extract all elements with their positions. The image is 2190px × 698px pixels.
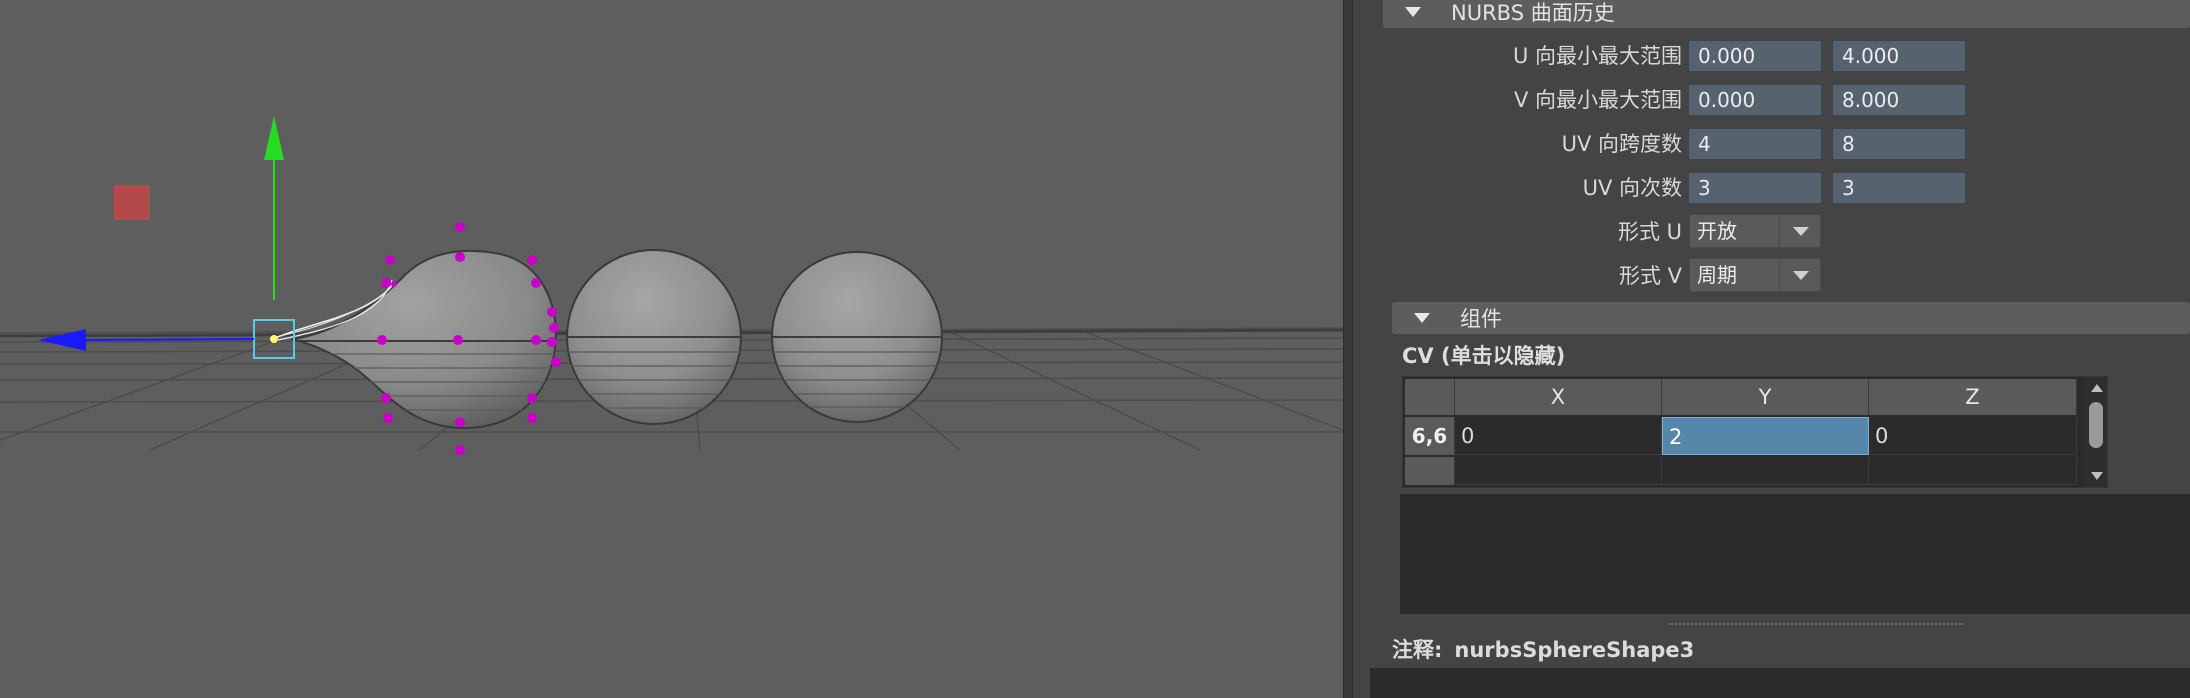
cell-x[interactable]: 0 <box>1455 417 1662 455</box>
v-range-label: V 向最小最大范围 <box>1513 88 1682 112</box>
collapse-triangle-icon[interactable] <box>1414 313 1430 323</box>
resize-handle[interactable] <box>1668 623 1964 627</box>
u-range-min-field[interactable]: 0.000 <box>1688 40 1822 72</box>
scroll-thumb[interactable] <box>2089 402 2103 448</box>
collapse-triangle-icon[interactable] <box>1405 7 1421 17</box>
v-spans-field[interactable]: 8 <box>1832 128 1966 160</box>
column-header-x[interactable]: X <box>1455 379 1662 415</box>
viewport-scene[interactable] <box>0 0 1343 698</box>
panel-splitter[interactable] <box>1343 0 1353 698</box>
v-range-max-field[interactable]: 8.000 <box>1832 84 1966 116</box>
uv-degree-label: UV 向次数 <box>1582 176 1682 200</box>
notes-row: 注释: nurbsSphereShape3 <box>1392 634 1706 664</box>
app-root: NURBS 曲面历史 U 向最小最大范围 0.000 4.000 V 向最小最大… <box>0 0 2190 698</box>
table-row[interactable] <box>1455 457 1662 485</box>
form-u-value: 开放 <box>1697 219 1737 243</box>
notes-label: 注释: <box>1392 638 1443 662</box>
table-row[interactable] <box>1662 457 1869 485</box>
form-v-dropdown[interactable]: 周期 <box>1689 258 1821 292</box>
3d-viewport[interactable] <box>0 0 1343 698</box>
nurbs-sphere-3[interactable] <box>760 251 960 423</box>
u-degree-field[interactable]: 3 <box>1688 172 1822 204</box>
cv-table: X Y Z 6,6 0 2 0 <box>1402 376 2108 488</box>
table-scrollbar[interactable] <box>2085 378 2107 486</box>
form-v-value: 周期 <box>1697 263 1737 287</box>
column-header-z[interactable]: Z <box>1869 379 2077 415</box>
nurbs-history-title: NURBS 曲面历史 <box>1451 1 1615 25</box>
form-u-label: 形式 U <box>1617 220 1682 244</box>
move-manipulator[interactable] <box>38 116 284 351</box>
column-header-y[interactable]: Y <box>1662 379 1869 415</box>
form-u-dropdown[interactable]: 开放 <box>1689 214 1821 248</box>
notes-textarea[interactable] <box>1370 668 2190 698</box>
scroll-down-icon[interactable] <box>2091 472 2103 480</box>
table-row[interactable] <box>1869 457 2077 485</box>
nurbs-sphere-2[interactable] <box>560 249 760 425</box>
table-corner <box>1405 379 1455 415</box>
nurbs-history-header[interactable]: NURBS 曲面历史 <box>1383 0 2190 28</box>
chevron-down-icon[interactable] <box>1779 215 1820 247</box>
cv-title[interactable]: CV (单击以隐藏) <box>1402 340 1565 370</box>
cell-z[interactable]: 0 <box>1869 417 2077 455</box>
selected-cv-handle[interactable] <box>253 319 295 359</box>
components-header[interactable]: 组件 <box>1392 302 2190 334</box>
components-empty-area <box>1400 494 2190 614</box>
components-title: 组件 <box>1460 307 1502 331</box>
v-range-min-field[interactable]: 0.000 <box>1688 84 1822 116</box>
u-spans-field[interactable]: 4 <box>1688 128 1822 160</box>
form-v-label: 形式 V <box>1618 264 1682 288</box>
v-degree-field[interactable]: 3 <box>1832 172 1966 204</box>
scroll-up-icon[interactable] <box>2091 384 2103 392</box>
notes-value: nurbsSphereShape3 <box>1454 638 1695 662</box>
chevron-down-icon[interactable] <box>1779 259 1820 291</box>
row-header-cv[interactable]: 6,6 <box>1405 417 1455 455</box>
u-range-max-field[interactable]: 4.000 <box>1832 40 1966 72</box>
uv-spans-label: UV 向跨度数 <box>1561 132 1682 156</box>
cell-y-selected[interactable]: 2 <box>1662 417 1869 455</box>
row-header-empty[interactable] <box>1405 457 1455 485</box>
u-range-label: U 向最小最大范围 <box>1512 44 1682 68</box>
